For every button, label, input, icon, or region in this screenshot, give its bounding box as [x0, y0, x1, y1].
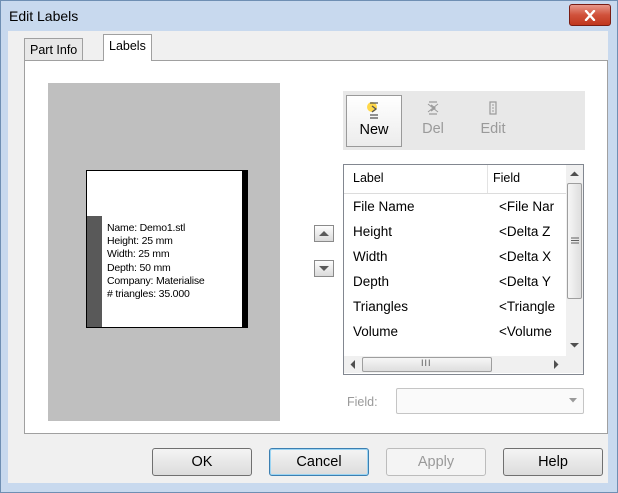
- cancel-button-label: Cancel: [296, 454, 342, 470]
- scroll-down-arrow-icon[interactable]: [570, 342, 579, 348]
- field-dropdown[interactable]: [396, 388, 584, 414]
- scrollbar-corner: [566, 356, 583, 373]
- preview-line-company: Company: Materialise: [107, 274, 205, 287]
- scroll-right-arrow-icon[interactable]: [553, 360, 559, 369]
- close-icon: [584, 9, 596, 21]
- preview-line-triangles: # triangles: 35.000: [107, 288, 190, 301]
- chevron-down-icon: [569, 398, 577, 403]
- arrow-up-icon: [319, 231, 329, 236]
- title-bar[interactable]: Edit Labels: [1, 1, 617, 31]
- apply-button[interactable]: Apply: [386, 448, 486, 476]
- list-item[interactable]: Triangles <Triangle: [344, 297, 566, 318]
- list-item-field: <Delta Y: [499, 274, 551, 289]
- horizontal-scrollbar[interactable]: III: [344, 356, 566, 373]
- list-item[interactable]: Height <Delta Z: [344, 222, 566, 243]
- list-item-field: <Volume: [499, 324, 552, 339]
- preview-line-height: Height: 25 mm: [107, 235, 173, 248]
- list-item-label: Width: [353, 249, 388, 264]
- horizontal-grip: III: [421, 358, 432, 368]
- ok-button-label: OK: [191, 454, 213, 470]
- label-preview-text: Name: Demo1.stl Height: 25 mm Width: 25 …: [107, 222, 205, 301]
- close-button[interactable]: [569, 4, 611, 26]
- column-header-label[interactable]: Label: [353, 171, 384, 185]
- help-button-label: Help: [538, 454, 568, 470]
- list-item[interactable]: Volume <Volume: [344, 322, 566, 343]
- apply-button-label: Apply: [417, 454, 455, 470]
- move-up-button[interactable]: [314, 225, 334, 242]
- preview-line-depth: Depth: 50 mm: [107, 261, 171, 274]
- list-item-field: <Triangle: [499, 299, 556, 314]
- tab-part-info[interactable]: Part Info: [24, 38, 84, 60]
- edit-label-icon: [489, 101, 497, 115]
- window-title: Edit Labels: [9, 8, 79, 24]
- label-preview-left-bar: [87, 216, 102, 327]
- list-item-field: <Delta X: [499, 249, 552, 264]
- list-item[interactable]: File Name <File Nar: [344, 197, 566, 218]
- delete-label-text: Del: [422, 121, 444, 137]
- preview-line-width: Width: 25 mm: [107, 248, 170, 261]
- label-toolbar: New Del Edit: [343, 91, 585, 150]
- new-label-icon: [367, 102, 378, 119]
- labels-list[interactable]: Label Field File Name <File Nar Height <…: [343, 164, 584, 375]
- grip-icon: [571, 237, 579, 244]
- list-item-label: Height: [353, 224, 393, 239]
- horizontal-scroll-thumb[interactable]: III: [362, 357, 492, 372]
- new-label-button[interactable]: New: [346, 95, 402, 147]
- tab-labels-label: Labels: [109, 39, 146, 53]
- help-button[interactable]: Help: [503, 448, 603, 476]
- vertical-scrollbar[interactable]: [566, 165, 583, 356]
- field-label: Field:: [347, 395, 378, 409]
- list-item[interactable]: Depth <Delta Y: [344, 272, 566, 293]
- list-item-label: Triangles: [353, 299, 409, 314]
- list-item-label: File Name: [353, 199, 415, 214]
- ok-button[interactable]: OK: [152, 448, 252, 476]
- edit-label-text: Edit: [480, 121, 506, 137]
- new-label-text: New: [359, 122, 389, 138]
- tab-part-info-label: Part Info: [30, 43, 78, 57]
- arrow-down-icon: [319, 266, 329, 271]
- preview-line-name: Name: Demo1.stl: [107, 222, 186, 234]
- delete-label-icon: [427, 101, 439, 115]
- scroll-up-arrow-icon[interactable]: [570, 171, 579, 177]
- delete-label-button[interactable]: Del: [405, 95, 461, 147]
- column-header-field[interactable]: Field: [493, 171, 520, 185]
- list-item-label: Depth: [353, 274, 390, 289]
- vertical-scroll-thumb[interactable]: [567, 183, 582, 299]
- scroll-left-arrow-icon[interactable]: [350, 360, 356, 369]
- list-item[interactable]: Width <Delta X: [344, 247, 566, 268]
- edit-label-button[interactable]: Edit: [465, 95, 521, 147]
- list-item-field: <Delta Z: [499, 224, 551, 239]
- cancel-button[interactable]: Cancel: [269, 448, 369, 476]
- list-item-label: Volume: [353, 324, 399, 339]
- list-header: Label Field: [344, 165, 566, 194]
- list-item-field: <File Nar: [499, 199, 555, 214]
- move-down-button[interactable]: [314, 260, 334, 277]
- tab-labels[interactable]: Labels: [103, 34, 152, 61]
- label-preview-right-bar: [242, 171, 248, 327]
- column-separator[interactable]: [487, 165, 488, 193]
